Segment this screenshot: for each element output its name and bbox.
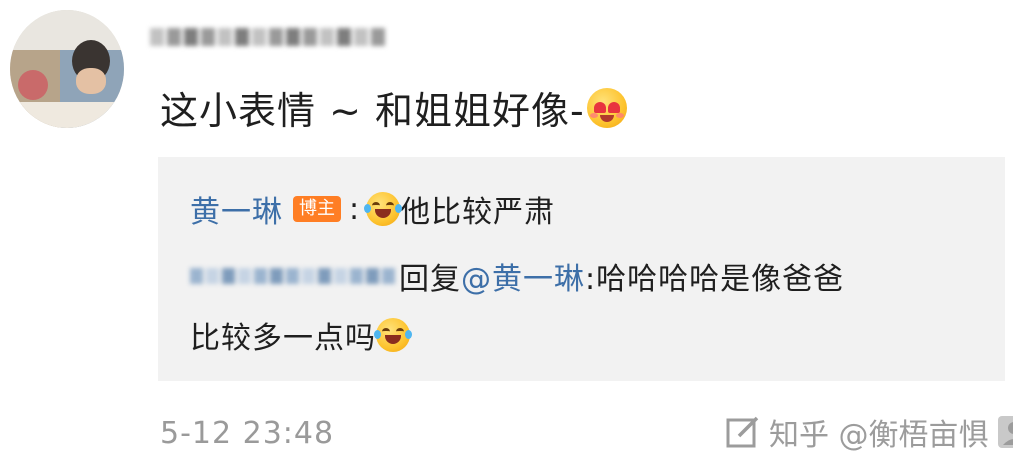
author-reply-text: 他比较严肃 [400,195,556,230]
author-badge: 博主 [293,196,341,222]
comment-timestamp: 5-12 23:48 [160,416,335,451]
comment-text: 这小表情 ~ 和姐姐好像- [160,89,585,133]
author-name-link[interactable]: 黄一琳 [190,187,283,231]
reply-row-user: 回复 @黄一琳 :哈哈哈哈是像爸爸 [190,254,844,298]
comment-content: 这小表情 ~ 和姐姐好像- [160,80,627,135]
reply-row-author: 黄一琳 博主 : 他比较严肃 [190,187,555,231]
reply-word: 回复 [399,262,461,297]
colon: : [349,191,361,227]
mention-link[interactable]: @黄一琳 [461,254,585,298]
reply-row-continuation: 比较多一点吗 [190,313,412,357]
reply-username-blurred[interactable] [190,262,395,290]
watermark-text: 知乎 @衡梧亩惧 [769,418,989,453]
reply-thread[interactable]: 黄一琳 博主 : 他比较严肃 回复 @黄一琳 :哈哈哈哈是像爸爸 比较多一点吗 [158,157,1005,381]
user-reply-text: :哈哈哈哈是像爸爸 [585,262,845,297]
comment-screenshot: 这小表情 ~ 和姐姐好像- 黄一琳 博主 : 他比较严肃 回复 @黄一琳 :哈哈 [0,0,1013,473]
avatar[interactable] [10,10,124,128]
username-blurred[interactable] [150,24,385,50]
heart-eyes-emoji-icon [586,87,627,128]
watermark: 知乎 @衡梧亩惧 [725,410,1013,454]
crying-emoji-icon [364,192,403,226]
laughing-tears-emoji-icon [374,318,412,352]
user-avatar-icon [997,416,1013,448]
user-reply-text-cont: 比较多一点吗 [190,321,376,356]
edit-square-icon [726,416,759,448]
